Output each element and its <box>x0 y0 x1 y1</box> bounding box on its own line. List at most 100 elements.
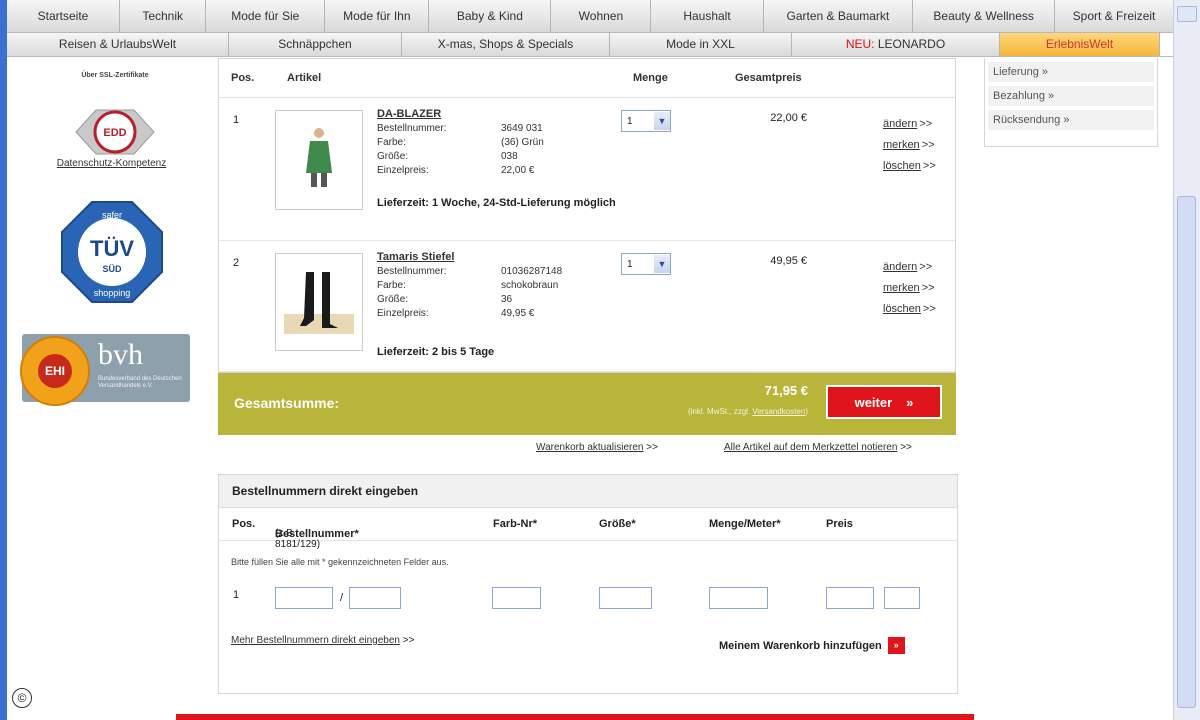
nav-haushalt[interactable]: Haushalt <box>651 0 764 32</box>
sidebar-item-ruecksendung[interactable]: Rücksendung » <box>988 110 1154 130</box>
shipping-costs-link[interactable]: Versandkosten <box>752 407 805 416</box>
nav-baby-kind[interactable]: Baby & Kind <box>429 0 552 32</box>
update-cart-link-wrap: Warenkorb aktualisieren >> <box>536 442 658 453</box>
shopping-cart: Pos. Artikel Menge Gesamtpreis 1 DA-BLAZ… <box>218 58 956 453</box>
new-badge: NEU: <box>845 37 875 51</box>
total-note: (inkl. MwSt., zzgl. Versandkosten) <box>598 407 808 416</box>
update-cart-link[interactable]: Warenkorb aktualisieren <box>536 442 643 453</box>
top-navigation: Startseite Technik Mode für Sie Mode für… <box>7 0 1175 57</box>
nav-leonardo[interactable]: NEU: LEONARDO <box>792 33 1000 56</box>
arrow-icon: >> <box>921 282 935 294</box>
nav-erlebniswelt[interactable]: ErlebnisWelt <box>1000 33 1160 56</box>
delivery-time: Lieferzeit: 1 Woche, 24-Std-Lieferung mö… <box>377 197 616 209</box>
col-bestellnummer-hint: (z.B. 8181/129) <box>275 528 321 550</box>
remember-link[interactable]: merken <box>883 282 920 294</box>
nav-xmas-shops[interactable]: X-mas, Shops & Specials <box>402 33 610 56</box>
nav-mode-xxl[interactable]: Mode in XXL <box>610 33 792 56</box>
delete-link[interactable]: löschen <box>883 160 921 172</box>
total-label: Gesamtsumme: <box>234 395 340 411</box>
order-number-input[interactable] <box>275 587 333 609</box>
detail-value: 038 <box>501 151 518 162</box>
product-title-link[interactable]: Tamaris Stiefel <box>377 251 454 263</box>
product-title-link[interactable]: DA-BLAZER <box>377 108 441 120</box>
datenschutz-link[interactable]: Datenschutz-Kompetenz <box>44 158 179 169</box>
quantity-value: 1 <box>627 258 633 270</box>
item-actions: ändern >> merken >> löschen >> <box>883 114 936 177</box>
arrow-icon: >> <box>919 261 933 273</box>
bvh-ehi-seal[interactable]: EHI bvh Bundesverband des Deutschen Vers… <box>20 334 190 406</box>
detail-label: Bestellnummer: <box>377 266 447 277</box>
header-artikel: Artikel <box>287 72 322 84</box>
add-to-cart-button[interactable]: Meinem Warenkorb hinzufügen » <box>719 637 905 654</box>
quantity-select[interactable]: 1 ▼ <box>621 253 671 275</box>
vertical-scrollbar[interactable] <box>1173 0 1200 720</box>
row-pos: 1 <box>233 589 240 601</box>
change-link[interactable]: ändern <box>883 118 917 130</box>
save-all-to-wishlist-link[interactable]: Alle Artikel auf dem Merkzettel notieren <box>724 442 897 453</box>
continue-button[interactable]: weiter » <box>826 385 942 419</box>
edd-logo-text: EDD <box>103 127 126 139</box>
item-total-price: 49,95 € <box>770 255 807 267</box>
scroll-up-arrow-icon[interactable] <box>1177 6 1197 22</box>
price-input[interactable] <box>826 587 874 609</box>
direct-order-panel: Bestellnummern direkt eingeben Pos. Best… <box>218 474 958 694</box>
arrow-icon: >> <box>922 160 936 172</box>
detail-label: Einzelpreis: <box>377 165 429 176</box>
cart-item: 1 DA-BLAZER Bestellnummer: 3649 031 Farbe… <box>219 98 955 241</box>
delete-link[interactable]: löschen <box>883 303 921 315</box>
window-frame-left <box>0 0 7 720</box>
tuv-top-text: safer <box>102 210 122 220</box>
ssl-caption[interactable]: Über SSL-Zertifikate <box>40 72 190 79</box>
sidebar-item-lieferung[interactable]: Lieferung » <box>988 62 1154 82</box>
header-gesamtpreis: Gesamtpreis <box>735 72 802 84</box>
direct-order-input-row: 1 / <box>219 587 957 613</box>
edd-seal[interactable]: EDD <box>70 102 160 162</box>
detail-value: 3649 031 <box>501 123 543 134</box>
nav-mode-fuer-sie[interactable]: Mode für Sie <box>206 0 326 32</box>
item-total-price: 22,00 € <box>770 112 807 124</box>
arrow-icon: >> <box>921 139 935 151</box>
nav-sport-freizeit[interactable]: Sport & Freizeit <box>1055 0 1175 32</box>
nav-wohnen[interactable]: Wohnen <box>551 0 652 32</box>
change-link[interactable]: ändern <box>883 261 917 273</box>
wishlist-link-wrap: Alle Artikel auf dem Merkzettel notieren… <box>724 442 912 453</box>
item-pos: 1 <box>233 114 240 126</box>
scrollbar-thumb[interactable] <box>1177 196 1196 708</box>
chevron-down-icon[interactable]: ▼ <box>654 255 670 273</box>
color-number-input[interactable] <box>492 587 541 609</box>
item-pos: 2 <box>233 257 240 269</box>
separator: / <box>340 592 344 604</box>
more-order-numbers-link[interactable]: Mehr Bestellnummern direkt eingeben <box>231 635 400 646</box>
service-sidebar: Lieferung » Bezahlung » Rücksendung » <box>984 58 1158 147</box>
direct-order-columns: Pos. Bestellnummer* (z.B. 8181/129) Farb… <box>219 508 957 550</box>
quantity-select[interactable]: 1 ▼ <box>621 110 671 132</box>
nav-schnaeppchen[interactable]: Schnäppchen <box>229 33 402 56</box>
tuv-bottom-text: shopping <box>94 288 131 298</box>
quantity-input[interactable] <box>709 587 768 609</box>
nav-garten-baumarkt[interactable]: Garten & Baumarkt <box>763 0 914 32</box>
size-input[interactable] <box>599 587 652 609</box>
arrow-icon: >> <box>919 118 933 130</box>
detail-value: 22,00 € <box>501 165 535 176</box>
product-image-blazer[interactable] <box>275 110 363 210</box>
detail-label: Einzelpreis: <box>377 308 429 319</box>
nav-mode-fuer-ihn[interactable]: Mode für Ihn <box>325 0 430 32</box>
tuv-sued-seal[interactable]: safer TÜV SÜD shopping <box>60 200 164 309</box>
cart-item: 2 Tamaris Stiefel Bestellnummer: 01036287… <box>219 241 955 372</box>
nav-technik[interactable]: Technik <box>120 0 207 32</box>
cart-total-bar: Gesamtsumme: 71,95 € (inkl. MwSt., zzgl.… <box>218 373 956 435</box>
note-prefix: (inkl. MwSt., zzgl. <box>687 407 753 416</box>
nav-startseite[interactable]: Startseite <box>7 0 121 32</box>
nav-beauty-wellness[interactable]: Beauty & Wellness <box>913 0 1056 32</box>
nav-row-secondary: Reisen & UrlaubsWelt Schnäppchen X-mas, … <box>7 33 1174 57</box>
price-cents-input[interactable] <box>884 587 920 609</box>
chevron-down-icon[interactable]: ▼ <box>654 112 670 130</box>
sidebar-item-bezahlung[interactable]: Bezahlung » <box>988 86 1154 106</box>
direct-order-title: Bestellnummern direkt eingeben <box>219 475 957 508</box>
col-pos: Pos. <box>232 518 256 530</box>
detail-label: Größe: <box>377 294 409 305</box>
remember-link[interactable]: merken <box>883 139 920 151</box>
product-image-boots[interactable] <box>275 253 363 351</box>
nav-reisen[interactable]: Reisen & UrlaubsWelt <box>7 33 229 56</box>
order-number-suffix-input[interactable] <box>349 587 401 609</box>
